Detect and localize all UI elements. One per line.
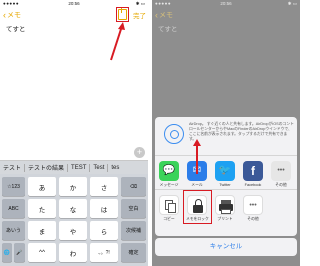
cancel-button[interactable]: キャンセル <box>155 238 297 256</box>
chevron-left-icon: ‹ <box>3 9 6 20</box>
key-ra[interactable]: ら <box>90 221 118 240</box>
highlight-arrow <box>193 139 201 174</box>
key-a[interactable]: あ <box>28 177 56 196</box>
tile-label: Facebook <box>244 183 262 187</box>
tile-label: コピー <box>163 217 175 221</box>
key-ta[interactable]: た <box>28 199 56 218</box>
mic-key[interactable]: 🎤 <box>14 243 25 262</box>
suggestion-item[interactable]: テスト <box>0 163 24 172</box>
airdrop-section[interactable]: AirDrop。 すぐ近くの人と共有します。AirDropがiOSのコントロール… <box>155 117 297 156</box>
print-icon <box>215 195 235 215</box>
highlight-box-lock <box>183 190 212 224</box>
key-ya[interactable]: や <box>59 221 87 240</box>
share-app-messages[interactable]: 💬 メッセージ <box>158 161 180 188</box>
tile-label: メール <box>191 183 203 187</box>
key-numbers[interactable]: ☆123 <box>2 177 25 196</box>
key-sa[interactable]: さ <box>90 177 118 196</box>
key-emoticon[interactable]: ^^ <box>28 243 56 262</box>
suggestion-item[interactable]: テストの結果 <box>25 163 67 172</box>
globe-key[interactable]: 🌐 <box>2 243 12 262</box>
done-button[interactable]: 完了 <box>133 10 146 20</box>
key-kana[interactable]: あいう <box>2 221 25 240</box>
copy-icon <box>159 195 179 215</box>
status-bar: ●●●●● 20:56 ✱ ▭ <box>152 0 300 8</box>
key-confirm[interactable]: 確定 <box>121 243 146 262</box>
key-ka[interactable]: か <box>59 177 87 196</box>
key-next-candidate[interactable]: 次候補 <box>121 221 146 240</box>
key-ma[interactable]: ま <box>28 221 56 240</box>
suggestion-item[interactable]: tes <box>108 165 122 171</box>
status-time: 20:56 <box>68 1 80 6</box>
tile-label: その他 <box>247 217 259 221</box>
highlight-arrow <box>110 22 125 61</box>
tile-label: その他 <box>275 183 287 187</box>
key-delete[interactable]: ⌫ <box>121 177 146 196</box>
action-copy[interactable]: コピー <box>158 195 180 222</box>
twitter-icon: 🐦 <box>215 161 235 181</box>
more-icon: ••• <box>243 195 263 215</box>
tile-label: Twitter <box>219 183 231 187</box>
share-app-facebook[interactable]: f Facebook <box>242 161 264 187</box>
back-label: メモ <box>7 12 21 19</box>
nav-bar: ‹ メモ <box>152 9 300 21</box>
back-button[interactable]: ‹ メモ <box>3 10 21 20</box>
suggestion-item[interactable]: Test <box>90 165 107 171</box>
share-sheet: AirDrop。 すぐ近くの人と共有します。AirDropがiOSのコントロール… <box>155 117 297 236</box>
key-punctuation[interactable]: 、。?! <box>90 243 118 262</box>
left-screen: ●●●●● 20:56 ✱ ▭ ‹ メモ 完了 てすと + テスト テストの結果… <box>0 0 148 266</box>
messages-icon: 💬 <box>159 161 179 181</box>
back-button[interactable]: ‹ メモ <box>155 10 173 20</box>
status-time: 20:56 <box>220 1 232 6</box>
more-icon: ••• <box>271 161 291 181</box>
battery-indicator: ✱ ▭ <box>287 1 297 6</box>
key-abc[interactable]: ABC <box>2 199 25 218</box>
action-more[interactable]: ••• その他 <box>242 195 264 222</box>
battery-indicator: ✱ ▭ <box>135 1 145 6</box>
tile-label: プリント <box>217 217 233 221</box>
key-ha[interactable]: は <box>90 199 118 218</box>
facebook-icon: f <box>243 161 263 181</box>
back-label: メモ <box>159 12 173 19</box>
share-apps-row: 💬 メッセージ ✉ メール 🐦 Twitter f Facebook ••• そ… <box>155 157 297 190</box>
keyboard: ☆123 あ か さ ⌫ ABC た な は 空白 あいう ま や ら 次候補 … <box>0 174 148 266</box>
chevron-left-icon: ‹ <box>155 9 158 20</box>
key-space[interactable]: 空白 <box>121 199 146 218</box>
share-app-more[interactable]: ••• その他 <box>270 161 292 188</box>
suggestion-item[interactable]: TEST <box>68 165 89 171</box>
note-body: てすと <box>158 26 178 33</box>
tile-label: メッセージ <box>159 183 179 187</box>
note-body[interactable]: てすと <box>6 23 26 33</box>
action-print[interactable]: プリント <box>214 195 236 222</box>
right-screen: ●●●●● 20:56 ✱ ▭ ‹ メモ てすと AirDrop。 すぐ近くの人… <box>152 0 300 266</box>
key-wa[interactable]: わ <box>59 243 87 262</box>
key-na[interactable]: な <box>59 199 87 218</box>
airdrop-icon <box>164 124 184 144</box>
add-button[interactable]: + <box>134 147 145 158</box>
share-app-twitter[interactable]: 🐦 Twitter <box>214 161 236 187</box>
share-actions-row: コピー メモをロック プリント ••• その他 <box>155 190 297 224</box>
suggestion-bar: テスト テストの結果 TEST Test tes <box>0 160 148 174</box>
